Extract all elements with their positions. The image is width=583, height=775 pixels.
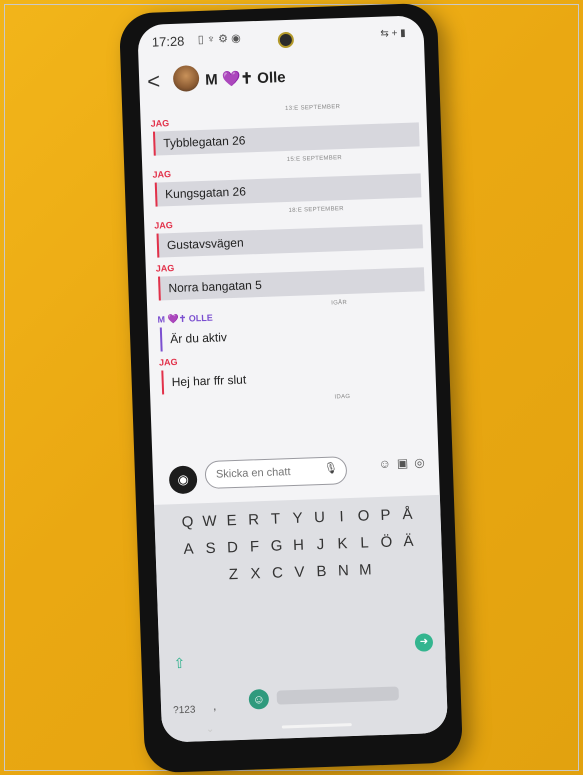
enter-icon[interactable]: ➜	[414, 633, 434, 652]
chevron-down-icon[interactable]: ⌄	[206, 724, 215, 735]
key[interactable]: N	[335, 562, 352, 580]
key[interactable]: X	[247, 565, 264, 583]
emoji-icon[interactable]: ☺	[248, 688, 270, 710]
message-group: JAG Norra bangatan 5	[146, 254, 433, 301]
back-icon[interactable]: <	[147, 68, 161, 94]
key[interactable]: Å	[399, 506, 416, 524]
key[interactable]: Z	[225, 566, 242, 584]
phone: 17:28 ▯ ♆ ⚙ ◉ ⇆ + ▮ < M 💜✝ Olle 13:E SEP…	[118, 2, 464, 774]
chat-input[interactable]	[205, 458, 319, 489]
key[interactable]: M	[357, 561, 374, 579]
battery-icon: ⇆ + ▮	[380, 27, 406, 40]
message-group: 18:E SEPTEMBER JAG Gustavsvägen	[144, 203, 431, 258]
key[interactable]: Y	[289, 510, 306, 528]
message-list: 13:E SEPTEMBER JAG Tybblegatan 26 15:E S…	[140, 101, 437, 443]
composer-tools: ☺▣◎	[378, 455, 431, 471]
phone-screen: 17:28 ▯ ♆ ⚙ ◉ ⇆ + ▮ < M 💜✝ Olle 13:E SEP…	[137, 15, 449, 743]
key[interactable]: I	[333, 508, 350, 526]
message-group: 15:E SEPTEMBER JAG Kungsgatan 26	[142, 152, 429, 207]
key[interactable]: L	[356, 534, 373, 552]
microphone-icon[interactable]: 🎙	[324, 461, 338, 474]
key[interactable]: S	[202, 540, 219, 558]
chat-title[interactable]: M 💜✝ Olle	[205, 68, 286, 89]
key[interactable]: H	[290, 537, 307, 555]
key[interactable]: V	[291, 564, 308, 582]
sticker-icon[interactable]: ☺	[378, 456, 397, 471]
keyboard-row-2: A S D F G H J K L Ö Ä	[155, 532, 441, 559]
status-time: 17:28	[151, 33, 185, 50]
avatar[interactable]	[172, 65, 200, 92]
gallery-icon[interactable]: ▣	[397, 456, 415, 471]
key[interactable]: B	[313, 563, 330, 581]
key[interactable]: T	[267, 510, 284, 528]
key[interactable]: Q	[179, 513, 196, 531]
key[interactable]: D	[224, 539, 241, 557]
key[interactable]: Ä	[400, 533, 417, 551]
keyboard-row-3: Z X C V B N M	[156, 559, 442, 586]
comma-key[interactable]: ,	[213, 699, 217, 713]
key[interactable]: C	[269, 564, 286, 582]
camera-icon[interactable]: ◉	[168, 465, 198, 495]
key[interactable]: A	[180, 540, 197, 558]
key[interactable]: F	[246, 538, 263, 556]
key[interactable]: U	[311, 509, 328, 527]
key[interactable]: G	[268, 537, 285, 555]
chat-header: < M 💜✝ Olle	[139, 53, 426, 103]
symbols-key[interactable]: ?123	[173, 705, 196, 717]
keyboard: Q W E R T Y U I O P Å A S D F G H J K L …	[153, 494, 449, 743]
key[interactable]: K	[334, 535, 351, 553]
key[interactable]: J	[312, 536, 329, 554]
shift-icon[interactable]: ⇧	[173, 655, 185, 672]
key[interactable]: R	[245, 511, 262, 529]
date-separator: IDAG	[334, 393, 351, 401]
key[interactable]: Ö	[378, 533, 395, 551]
space-bar[interactable]	[276, 686, 399, 705]
chat-input-wrapper: 🎙	[204, 456, 348, 490]
key[interactable]: E	[223, 512, 240, 530]
home-indicator[interactable]	[281, 723, 352, 729]
message-group: 13:E SEPTEMBER JAG Tybblegatan 26	[140, 101, 427, 156]
key[interactable]: W	[201, 513, 218, 531]
lens-icon[interactable]: ◎	[414, 455, 431, 470]
message-group: IGÅR M 💜✝ OLLE Är du aktiv	[147, 297, 434, 352]
message-group: JAG Hej har ffr slut IDAG	[149, 348, 437, 409]
key[interactable]: O	[355, 507, 372, 525]
status-icons: ▯ ♆ ⚙ ◉	[197, 32, 241, 47]
key[interactable]: P	[377, 507, 394, 525]
keyboard-row-1: Q W E R T Y U I O P Å	[154, 505, 440, 532]
